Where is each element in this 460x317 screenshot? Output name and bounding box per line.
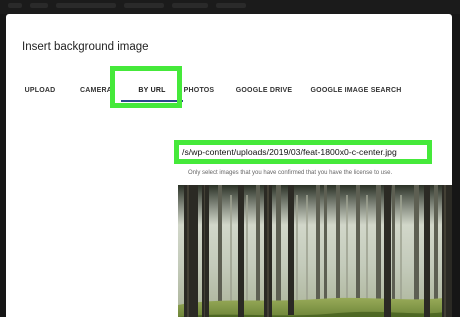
tab-photos[interactable]: PHOTOS (181, 70, 217, 110)
insert-background-dialog: Insert background image UPLOAD CAMERA BY… (6, 14, 452, 317)
tab-upload[interactable]: UPLOAD (20, 70, 60, 110)
tab-google-image-search-label: GOOGLE IMAGE SEARCH (310, 86, 402, 94)
image-url-value: /s/wp-content/uploads/2019/03/feat-1800x… (182, 147, 397, 157)
license-notice: Only select images that you have confirm… (188, 170, 393, 176)
tab-by-url-label: BY URL (138, 86, 166, 94)
tab-google-drive-label: GOOGLE DRIVE (235, 86, 293, 94)
dialog-title: Insert background image (22, 41, 149, 53)
source-tabs: UPLOAD CAMERA BY URL PHOTOS GOOGLE DRIVE… (6, 70, 452, 110)
tab-camera-label: CAMERA (80, 86, 112, 94)
tab-camera[interactable]: CAMERA (76, 70, 116, 110)
forest-image-preview (178, 185, 452, 317)
tab-upload-label: UPLOAD (24, 86, 56, 94)
tab-google-image-search[interactable]: GOOGLE IMAGE SEARCH (306, 70, 406, 110)
active-tab-indicator (121, 100, 183, 102)
tab-google-drive[interactable]: GOOGLE DRIVE (232, 70, 296, 110)
tab-by-url[interactable]: BY URL (121, 70, 183, 110)
image-url-input[interactable]: /s/wp-content/uploads/2019/03/feat-1800x… (174, 140, 432, 164)
browser-toolbar (0, 0, 460, 14)
tab-photos-label: PHOTOS (183, 86, 215, 94)
